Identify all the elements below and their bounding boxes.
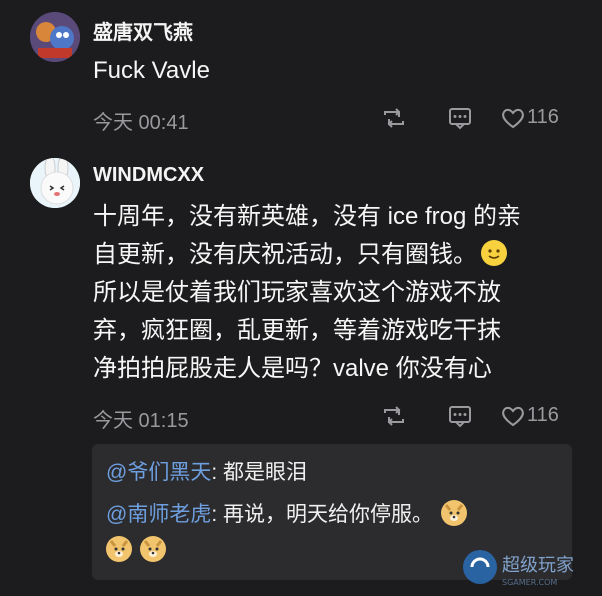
avatar-image [30, 158, 80, 208]
post-meta: 今天 00:41 116 [93, 104, 573, 134]
reply-text: : 再说，明天给你停服。 [211, 503, 433, 526]
post-text-line-content: 自更新，没有庆祝活动，只有圈钱。 [93, 241, 477, 268]
like-count: 116 [527, 404, 559, 426]
comment-icon[interactable] [446, 104, 474, 138]
username[interactable]: 盛唐双飞燕 [93, 16, 193, 45]
watermark-logo: 超级玩家 SGAMER.COM [460, 545, 600, 591]
svg-text:超级玩家: 超级玩家 [502, 555, 574, 576]
post-text-line: 所以是仗着我们玩家喜欢这个游戏不放 [93, 279, 501, 306]
timestamp: 今天 01:15 [93, 410, 189, 432]
reply-1: @爷们黑天: 都是眼泪 [106, 456, 307, 486]
doge-emoji [106, 536, 132, 562]
doge-emoji [139, 536, 166, 562]
heart-icon[interactable] [499, 402, 527, 436]
post-meta: 今天 01:15 116 [93, 402, 573, 432]
doge-emoji [440, 500, 467, 526]
timestamp: 今天 00:41 [93, 112, 189, 134]
comment-icon[interactable] [446, 402, 474, 436]
avatar[interactable] [30, 12, 80, 62]
post-text-line: 十周年，没有新英雄，没有 ice frog 的亲 [93, 203, 522, 230]
mention-link[interactable]: @南师老虎 [106, 503, 211, 526]
heart-icon[interactable] [499, 104, 527, 138]
mention-link[interactable]: @爷们黑天 [106, 461, 211, 484]
retweet-icon[interactable] [380, 104, 408, 138]
svg-text:SGAMER.COM: SGAMER.COM [502, 578, 557, 587]
avatar-image [30, 12, 80, 62]
retweet-icon[interactable] [380, 402, 408, 436]
post-text: 十周年，没有新英雄，没有 ice frog 的亲 自更新，没有庆祝活动，只有圈钱… [93, 198, 563, 388]
post-text-line: 自更新，没有庆祝活动，只有圈钱。 [93, 236, 563, 274]
username[interactable]: WINDMCXX [93, 164, 204, 187]
post-text-line: 净拍拍屁股走人是吗？valve 你没有心 [93, 355, 492, 382]
reply-2-emoji-row [106, 536, 166, 563]
post-text: Fuck Vavle [93, 57, 210, 84]
smile-emoji [481, 240, 507, 266]
avatar[interactable] [30, 158, 80, 208]
like-count: 116 [527, 106, 559, 128]
reply-text: : 都是眼泪 [211, 461, 307, 484]
post-text-line: 弃，疯狂圈，乱更新，等着游戏吃干抹 [93, 317, 501, 344]
reply-2: @南师老虎: 再说，明天给你停服。 [106, 498, 467, 528]
